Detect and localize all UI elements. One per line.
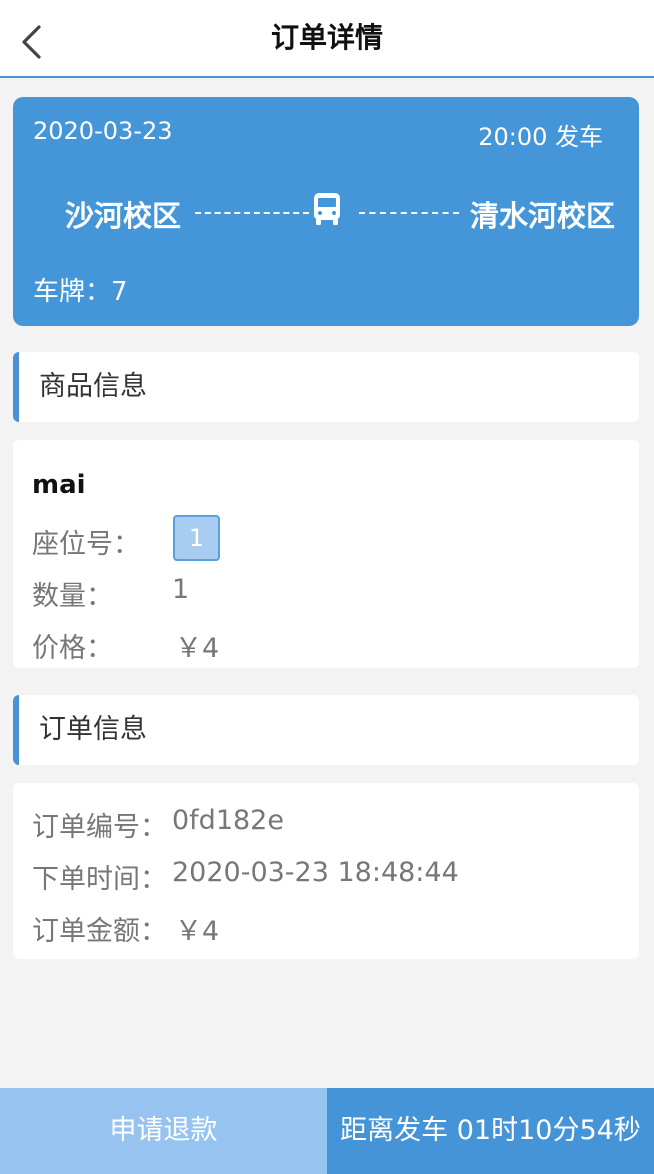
goods-panel: mai 座位号： 1 数量： 1 价格： ￥4: [13, 440, 639, 668]
trip-date: 2020-03-23: [33, 117, 173, 145]
refund-button[interactable]: 申请退款: [0, 1088, 327, 1174]
order-time-row: 下单时间： 2020-03-23 18:48:44: [32, 857, 459, 896]
seat-badge: 1: [173, 515, 220, 561]
from-station: 沙河校区: [65, 199, 182, 233]
route-line-right: [359, 212, 459, 214]
price-label: 价格：: [32, 633, 113, 664]
trip-card: 2020-03-23 20:00 发车 沙河校区 清水河校区 车牌：7: [13, 97, 639, 326]
bus-icon: [314, 193, 340, 225]
seat-label: 座位号：: [32, 529, 140, 560]
order-amount-label: 订单金额：: [32, 916, 167, 947]
plate-number: 车牌：7: [33, 271, 128, 308]
departure-time: 20:00 发车: [478, 123, 603, 151]
plate-label: 车牌：: [33, 277, 112, 307]
order-amount-row: 订单金额： ￥4: [32, 909, 219, 948]
order-panel: 订单编号： 0fd182e 下单时间： 2020-03-23 18:48:44 …: [13, 783, 639, 959]
order-time-label: 下单时间：: [32, 864, 167, 895]
goods-section-title: 商品信息: [39, 371, 147, 402]
plate-value: 7: [111, 277, 128, 307]
price-row: 价格： ￥4: [32, 626, 219, 665]
order-section-header: 订单信息: [13, 695, 639, 765]
goods-section-header: 商品信息: [13, 352, 639, 422]
route-line-left: [195, 212, 309, 214]
seat-row: 座位号：: [32, 522, 140, 561]
page-title: 订单详情: [270, 21, 383, 54]
departure-countdown: 距离发车 01时10分54秒: [327, 1088, 654, 1174]
order-time-value: 2020-03-23 18:48:44: [172, 857, 459, 888]
order-number-value: 0fd182e: [172, 805, 284, 836]
price-value: ￥4: [175, 633, 220, 664]
order-amount-value: ￥4: [175, 916, 220, 947]
to-station: 清水河校区: [469, 199, 615, 233]
order-section-title: 订单信息: [39, 714, 147, 745]
quantity-label: 数量：: [32, 581, 113, 612]
quantity-row: 数量： 1: [32, 574, 189, 613]
top-nav-bar: 订单详情: [0, 0, 654, 78]
order-number-row: 订单编号： 0fd182e: [32, 805, 284, 844]
goods-name: mai: [32, 470, 86, 500]
order-number-label: 订单编号：: [32, 812, 167, 843]
bottom-action-bar: 申请退款 距离发车 01时10分54秒: [0, 1088, 654, 1174]
quantity-value: 1: [172, 574, 190, 605]
